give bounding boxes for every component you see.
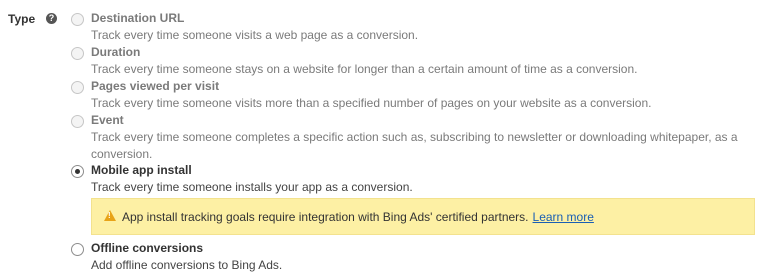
option-description: Track every time someone stays on a webs…	[91, 62, 638, 76]
option-description: Add offline conversions to Bing Ads.	[91, 258, 283, 272]
warning-text: App install tracking goals require integ…	[122, 210, 529, 224]
option-mobile-app-install[interactable]: Mobile app install Track every time some…	[71, 162, 761, 196]
option-description-line2: conversion.	[91, 147, 153, 161]
radio-mobile-app-install[interactable]	[71, 165, 84, 178]
radio-destination-url	[71, 13, 84, 26]
option-description: Track every time someone visits more tha…	[91, 96, 652, 110]
conversion-type-form: Type ? Destination URL Track every time …	[0, 0, 763, 279]
option-event: Event Track every time someone completes…	[71, 112, 761, 163]
radio-event	[71, 115, 84, 128]
option-title: Destination URL	[91, 11, 185, 25]
radio-offline-conversions[interactable]	[71, 243, 84, 256]
help-icon[interactable]: ?	[46, 13, 57, 24]
option-description: Track every time someone visits a web pa…	[91, 28, 419, 42]
option-description-line1: Track every time someone completes a spe…	[91, 130, 738, 144]
option-title: Offline conversions	[91, 241, 204, 255]
warning-triangle-icon	[104, 210, 116, 221]
warning-banner: App install tracking goals require integ…	[91, 198, 755, 235]
option-title: Pages viewed per visit	[91, 79, 220, 93]
option-pages-viewed: Pages viewed per visit Track every time …	[71, 78, 761, 112]
option-title: Mobile app install	[91, 163, 192, 177]
option-offline-conversions[interactable]: Offline conversions Add offline conversi…	[71, 240, 761, 274]
option-duration: Duration Track every time someone stays …	[71, 44, 761, 78]
option-destination-url: Destination URL Track every time someone…	[71, 10, 761, 44]
option-description: Track every time someone installs your a…	[91, 180, 413, 194]
learn-more-link[interactable]: Learn more	[533, 210, 594, 224]
option-title: Event	[91, 113, 124, 127]
radio-duration	[71, 47, 84, 60]
radio-pages-viewed	[71, 81, 84, 94]
option-title: Duration	[91, 45, 141, 59]
type-label: Type	[8, 12, 36, 26]
